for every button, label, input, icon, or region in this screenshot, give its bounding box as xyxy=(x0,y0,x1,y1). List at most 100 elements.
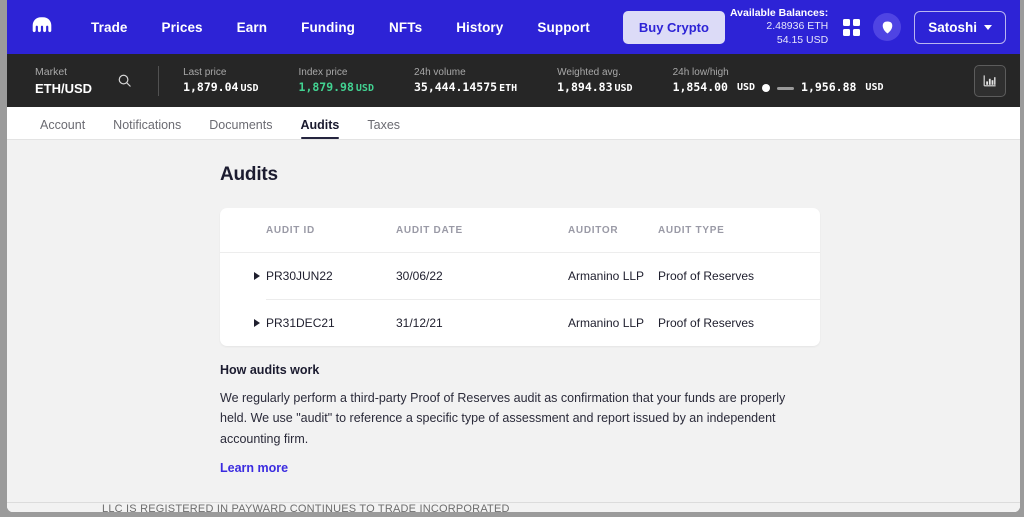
stat-label: 24h volume xyxy=(413,66,466,78)
user-menu-label: Satoshi xyxy=(928,19,977,35)
nav-link-nfts[interactable]: NFTs xyxy=(372,14,439,41)
stat-unit: USD xyxy=(614,83,633,95)
market-search-button[interactable] xyxy=(112,69,136,93)
balance-eth: 2.48936 ETH xyxy=(766,20,829,33)
grid-cell xyxy=(843,18,851,26)
user-menu-button[interactable]: Satoshi xyxy=(914,10,1006,44)
tab-taxes[interactable]: Taxes xyxy=(353,118,414,139)
page-title: Audits xyxy=(220,164,278,185)
stat-label: Index price xyxy=(298,66,348,78)
stat-label: 24h low/high xyxy=(672,66,729,78)
account-subtabs: Account Notifications Documents Audits T… xyxy=(7,107,1020,140)
tab-account[interactable]: Account xyxy=(26,118,99,139)
stat-value: 1,854.00 USD 1,956.88 USD xyxy=(673,81,884,95)
nav-link-trade[interactable]: Trade xyxy=(74,14,145,41)
stat-value: 1,894.83 USD xyxy=(557,80,633,95)
info-body: We regularly perform a third-party Proof… xyxy=(220,391,786,446)
stat-unit: USD xyxy=(240,83,259,95)
cell-audit-id: PR30JUN22 xyxy=(266,269,333,283)
cell-audit-date: 31/12/21 xyxy=(396,299,568,346)
table-row[interactable]: PR31DEC21 31/12/21 Armanino LLP Proof of… xyxy=(220,299,820,347)
stat-24h-low-high: 24h low/high 1,854.00 USD 1,956.88 USD xyxy=(673,66,884,95)
stat-24h-volume: 24h volume 35,444.14575 ETH xyxy=(414,66,517,96)
stat-unit: USD xyxy=(355,83,374,95)
nav-link-prices[interactable]: Prices xyxy=(145,14,220,41)
header-audit-date: AUDIT DATE xyxy=(396,208,568,253)
header-auditor: AUDITOR xyxy=(568,208,658,253)
market-ticker-bar: Market ETH/USD Last price 1,879.04 USD In… xyxy=(7,54,1020,107)
browser-viewport: Trade Prices Earn Funding NFTs History S… xyxy=(7,0,1020,512)
shield-icon-button[interactable] xyxy=(873,13,902,41)
stat-value: 1,879.98 USD xyxy=(298,80,374,95)
high-unit: USD xyxy=(865,82,884,94)
chevron-right-icon[interactable] xyxy=(254,272,260,281)
cell-audit-date: 30/06/22 xyxy=(396,269,443,283)
grid-cell xyxy=(843,28,851,36)
tab-documents[interactable]: Documents xyxy=(195,118,286,139)
stat-index-price: Index price 1,879.98 USD xyxy=(299,66,374,96)
stat-label: Weighted avg. xyxy=(557,66,621,78)
market-pair-value: ETH/USD xyxy=(35,80,93,96)
range-track xyxy=(777,86,795,90)
chevron-right-icon[interactable] xyxy=(254,318,260,327)
tab-audits[interactable]: Audits xyxy=(287,118,354,139)
table-header-row: AUDIT ID AUDIT DATE AUDITOR AUDIT TYPE xyxy=(220,208,820,253)
screen: Trade Prices Earn Funding NFTs History S… xyxy=(0,0,1024,517)
stat-weighted-avg: Weighted avg. 1,894.83 USD xyxy=(557,66,632,96)
audits-table: AUDIT ID AUDIT DATE AUDITOR AUDIT TYPE P… xyxy=(220,208,820,346)
header-audit-id: AUDIT ID xyxy=(266,208,396,253)
stat-last-price: Last price 1,879.04 USD xyxy=(183,66,258,96)
cell-auditor: Armanino LLP xyxy=(568,299,658,346)
kraken-logo[interactable] xyxy=(28,14,54,40)
nav-link-funding[interactable]: Funding xyxy=(284,14,372,41)
low-unit: USD xyxy=(736,82,756,94)
footer-sliver: LLC IS REGISTERED IN PAYWARD CONTINUES T… xyxy=(7,502,1020,512)
range-marker-dot xyxy=(762,84,771,93)
grid-cell xyxy=(853,28,861,36)
content-column: Audits AUDIT ID AUDIT DATE AUDITOR AUDIT… xyxy=(220,164,820,477)
open-chart-button[interactable] xyxy=(974,64,1006,97)
bar-chart-icon xyxy=(983,74,996,86)
table-body: PR30JUN22 30/06/22 Armanino LLP Proof of… xyxy=(220,253,820,347)
nav-link-earn[interactable]: Earn xyxy=(220,14,284,41)
cell-auditor: Armanino LLP xyxy=(568,269,645,283)
chevron-down-icon xyxy=(984,24,992,30)
how-audits-work-section: How audits work We regularly perform a t… xyxy=(220,363,820,477)
stat-value: 35,444.14575 ETH xyxy=(413,80,518,95)
tab-notifications[interactable]: Notifications xyxy=(99,118,195,139)
available-balances: Available Balances: 2.48936 ETH 54.15 US… xyxy=(730,7,828,47)
buy-crypto-button[interactable]: Buy Crypto xyxy=(622,10,725,44)
top-navigation-bar: Trade Prices Earn Funding NFTs History S… xyxy=(7,0,1020,54)
table-row[interactable]: PR30JUN22 30/06/22 Armanino LLP Proof of… xyxy=(220,253,820,300)
stat-number: 35,444.14575 xyxy=(413,80,498,95)
table-head: AUDIT ID AUDIT DATE AUDITOR AUDIT TYPE xyxy=(220,208,820,253)
market-selector[interactable]: Market ETH/USD xyxy=(35,65,92,97)
balances-title: Available Balances: xyxy=(729,6,829,19)
low-value: 1,854.00 xyxy=(672,80,728,95)
stat-number: 1,879.04 xyxy=(183,80,239,95)
learn-more-link[interactable]: Learn more xyxy=(220,461,288,475)
stat-unit: ETH xyxy=(499,83,518,95)
apps-grid-icon[interactable] xyxy=(843,18,861,36)
search-icon xyxy=(118,74,131,87)
nav-right-cluster: Available Balances: 2.48936 ETH 54.15 US… xyxy=(730,0,1006,54)
expand-row-cell[interactable] xyxy=(220,300,266,347)
primary-nav-links: Trade Prices Earn Funding NFTs History S… xyxy=(74,14,607,41)
stat-number: 1,879.98 xyxy=(298,80,354,95)
balance-usd: 54.15 USD xyxy=(776,33,829,46)
header-expand-spacer xyxy=(220,208,266,253)
high-value: 1,956.88 xyxy=(801,80,857,95)
stat-value: 1,879.04 USD xyxy=(183,80,259,95)
cell-audit-id: PR31DEC21 xyxy=(266,299,396,346)
main-content: Audits AUDIT ID AUDIT DATE AUDITOR AUDIT… xyxy=(7,140,1020,512)
nav-link-history[interactable]: History xyxy=(439,14,520,41)
nav-link-support[interactable]: Support xyxy=(520,14,606,41)
stat-number: 1,894.83 xyxy=(557,80,613,95)
stat-label: Last price xyxy=(183,66,227,78)
footer-text: LLC IS REGISTERED IN PAYWARD CONTINUES T… xyxy=(102,503,510,512)
grid-cell xyxy=(853,18,861,26)
cell-audit-type: Proof of Reserves xyxy=(658,299,820,346)
ticker-divider xyxy=(158,65,160,96)
expand-row-cell[interactable] xyxy=(220,253,266,300)
cell-audit-type: Proof of Reserves xyxy=(658,269,755,283)
